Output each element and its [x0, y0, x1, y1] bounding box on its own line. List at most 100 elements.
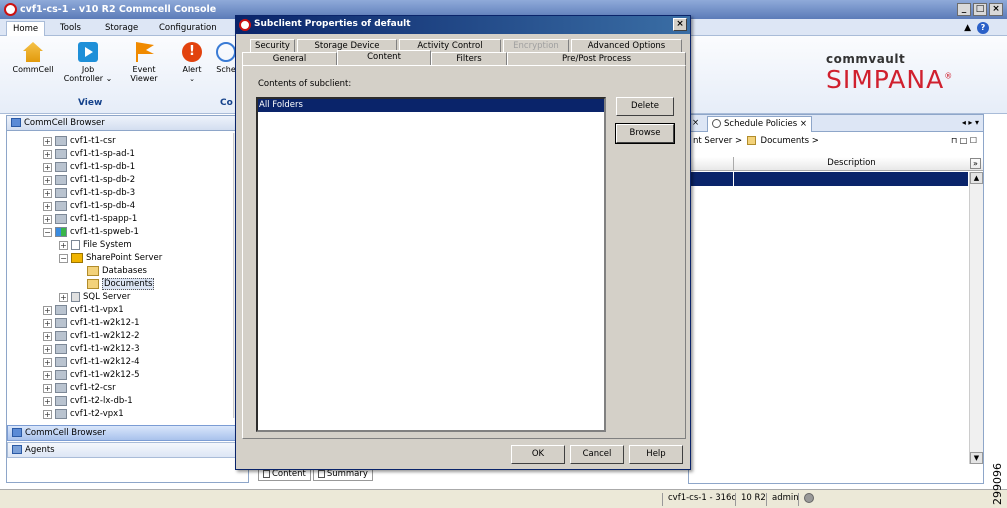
scroll-down-icon[interactable]: ▼ [970, 452, 983, 464]
tree-node[interactable]: + cvf1-t1-sp-db-1 [43, 161, 135, 173]
clock-icon [216, 42, 236, 62]
tree-node[interactable]: + File System [59, 239, 132, 251]
commcell-tree[interactable]: + cvf1-t1-csr + cvf1-t1-sp-ad-1 + cvf1-t1-s… [7, 133, 233, 420]
app-icon [4, 3, 17, 16]
help-icon[interactable]: ? [977, 22, 989, 34]
tab-general[interactable]: General [242, 52, 337, 65]
subclient-icon [87, 279, 99, 289]
column-description[interactable]: Description [733, 157, 969, 171]
tab-storage[interactable]: Storage [99, 21, 144, 36]
contents-list[interactable]: All Folders [256, 97, 606, 432]
flag-icon [136, 42, 154, 62]
tree-node[interactable]: + cvf1-t1-sp-db-3 [43, 187, 135, 199]
tab-advanced-options[interactable]: Advanced Options [571, 39, 682, 52]
server-icon [55, 214, 67, 224]
dialog-close-icon[interactable]: × [673, 18, 687, 31]
tab-tools[interactable]: Tools [54, 21, 87, 36]
tree-node[interactable]: − SharePoint Server [59, 252, 162, 264]
tree-node[interactable]: + cvf1-t1-w2k12-5 [43, 369, 140, 381]
play-icon [78, 42, 98, 62]
job-controller-button[interactable]: Job Controller ⌄ [62, 42, 114, 83]
browse-button[interactable]: Browse [615, 123, 675, 144]
column-chooser-icon[interactable]: » [970, 158, 981, 169]
tab-security[interactable]: Security [250, 39, 295, 52]
tab-pre-post-process[interactable]: Pre/Post Process [507, 52, 686, 65]
alert-button[interactable]: ! Alert ⌄ [174, 42, 210, 83]
close-icon[interactable]: × [989, 3, 1003, 16]
tree-node[interactable]: Documents [87, 278, 155, 290]
status-server: cvf1-cs-1 - 316c [662, 493, 741, 506]
file-system-icon [71, 240, 80, 250]
table-header: Description » [689, 157, 983, 171]
agents-icon [12, 445, 22, 454]
maximize-icon[interactable]: □ [973, 3, 987, 16]
tab-configuration[interactable]: Configuration [153, 21, 223, 36]
close-tab-icon[interactable]: × [800, 119, 807, 129]
tree-node[interactable]: + cvf1-t2-lx-db-1 [43, 395, 133, 407]
commcell-button[interactable]: CommCell [8, 42, 58, 74]
content-icon [263, 469, 270, 478]
tree-node[interactable]: + cvf1-t1-sp-db-2 [43, 174, 135, 186]
tab-home[interactable]: Home [6, 21, 46, 36]
server-icon [55, 344, 67, 354]
tab-content-selected[interactable]: Content [337, 50, 431, 65]
schedule-icon [712, 119, 721, 128]
app-icon [239, 19, 251, 31]
tree-node[interactable]: + cvf1-t2-vpx1 [43, 408, 124, 420]
breadcrumb: nt Server > Documents > ⊓ □ ☐ [693, 136, 977, 146]
scroll-up-icon[interactable]: ▲ [970, 172, 983, 184]
pane-window-icons[interactable]: ⊓ □ ☐ [951, 136, 977, 145]
tree-node[interactable]: − cvf1-t1-spweb-1 [43, 226, 139, 238]
delete-button[interactable]: Delete [616, 97, 674, 116]
cancel-button[interactable]: Cancel [570, 445, 624, 464]
server-icon [55, 318, 67, 328]
tab-filters[interactable]: Filters [431, 52, 507, 65]
group-label-view: View [78, 98, 103, 108]
group-label-co: Co [220, 98, 233, 108]
server-icon [55, 149, 67, 159]
summary-icon [317, 469, 325, 478]
tree-node[interactable]: + cvf1-t1-w2k12-2 [43, 330, 140, 342]
tree-node[interactable]: + SQL Server [59, 291, 130, 303]
browser-icon [11, 118, 21, 127]
event-viewer-button[interactable]: Event Viewer [124, 42, 164, 83]
simpana-logo: SIMPANA® [826, 65, 954, 94]
agents-bar[interactable]: Agents [7, 442, 248, 458]
server-icon [55, 370, 67, 380]
pane-header: CommCell Browser [7, 116, 248, 131]
ok-button[interactable]: OK [511, 445, 565, 464]
table-scrollbar[interactable]: ▲ ▼ [969, 172, 983, 464]
figure-number: 299096 [991, 463, 1004, 505]
sharepoint-icon [71, 253, 83, 263]
home-icon [23, 42, 43, 62]
tree-node[interactable]: + cvf1-t2-csr [43, 382, 116, 394]
tree-node[interactable]: + cvf1-t1-sp-ad-1 [43, 148, 135, 160]
window-title: cvf1-cs-1 - v10 R2 Commcell Console [20, 4, 217, 15]
tree-node[interactable]: + cvf1-t1-w2k12-1 [43, 317, 140, 329]
help-button[interactable]: Help [629, 445, 683, 464]
table-row[interactable] [689, 172, 968, 186]
subclient-icon [87, 266, 99, 276]
content-pane: × Schedule Policies × ◂ ▸ ▾ nt Server > … [688, 114, 984, 484]
tree-node[interactable]: Databases [87, 265, 147, 277]
close-tab-icon[interactable]: × [692, 118, 699, 128]
commvault-logo: commvault [826, 52, 906, 66]
tab-schedule-policies[interactable]: Schedule Policies × [707, 116, 813, 132]
tab-scroll-icons[interactable]: ◂ ▸ ▾ [962, 118, 979, 127]
browser-icon [12, 428, 22, 437]
server-icon [55, 396, 67, 406]
tree-node[interactable]: + cvf1-t1-vpx1 [43, 304, 124, 316]
server-icon [55, 409, 67, 419]
tree-node[interactable]: + cvf1-t1-w2k12-4 [43, 356, 140, 368]
tree-node[interactable]: + cvf1-t1-sp-db-4 [43, 200, 135, 212]
tree-node[interactable]: + cvf1-t1-w2k12-3 [43, 343, 140, 355]
tree-node[interactable]: + cvf1-t1-spapp-1 [43, 213, 137, 225]
minimize-icon[interactable]: _ [957, 3, 971, 16]
content-tab-panel: Contents of subclient: All Folders Delet… [242, 65, 686, 439]
sql-server-icon [71, 292, 80, 302]
commcell-browser-bar[interactable]: CommCell Browser [7, 425, 248, 441]
server-icon [55, 136, 67, 146]
ribbon-collapse-icon[interactable]: ▲ [964, 23, 971, 33]
tree-node[interactable]: + cvf1-t1-csr [43, 135, 116, 147]
list-item[interactable]: All Folders [258, 99, 604, 112]
